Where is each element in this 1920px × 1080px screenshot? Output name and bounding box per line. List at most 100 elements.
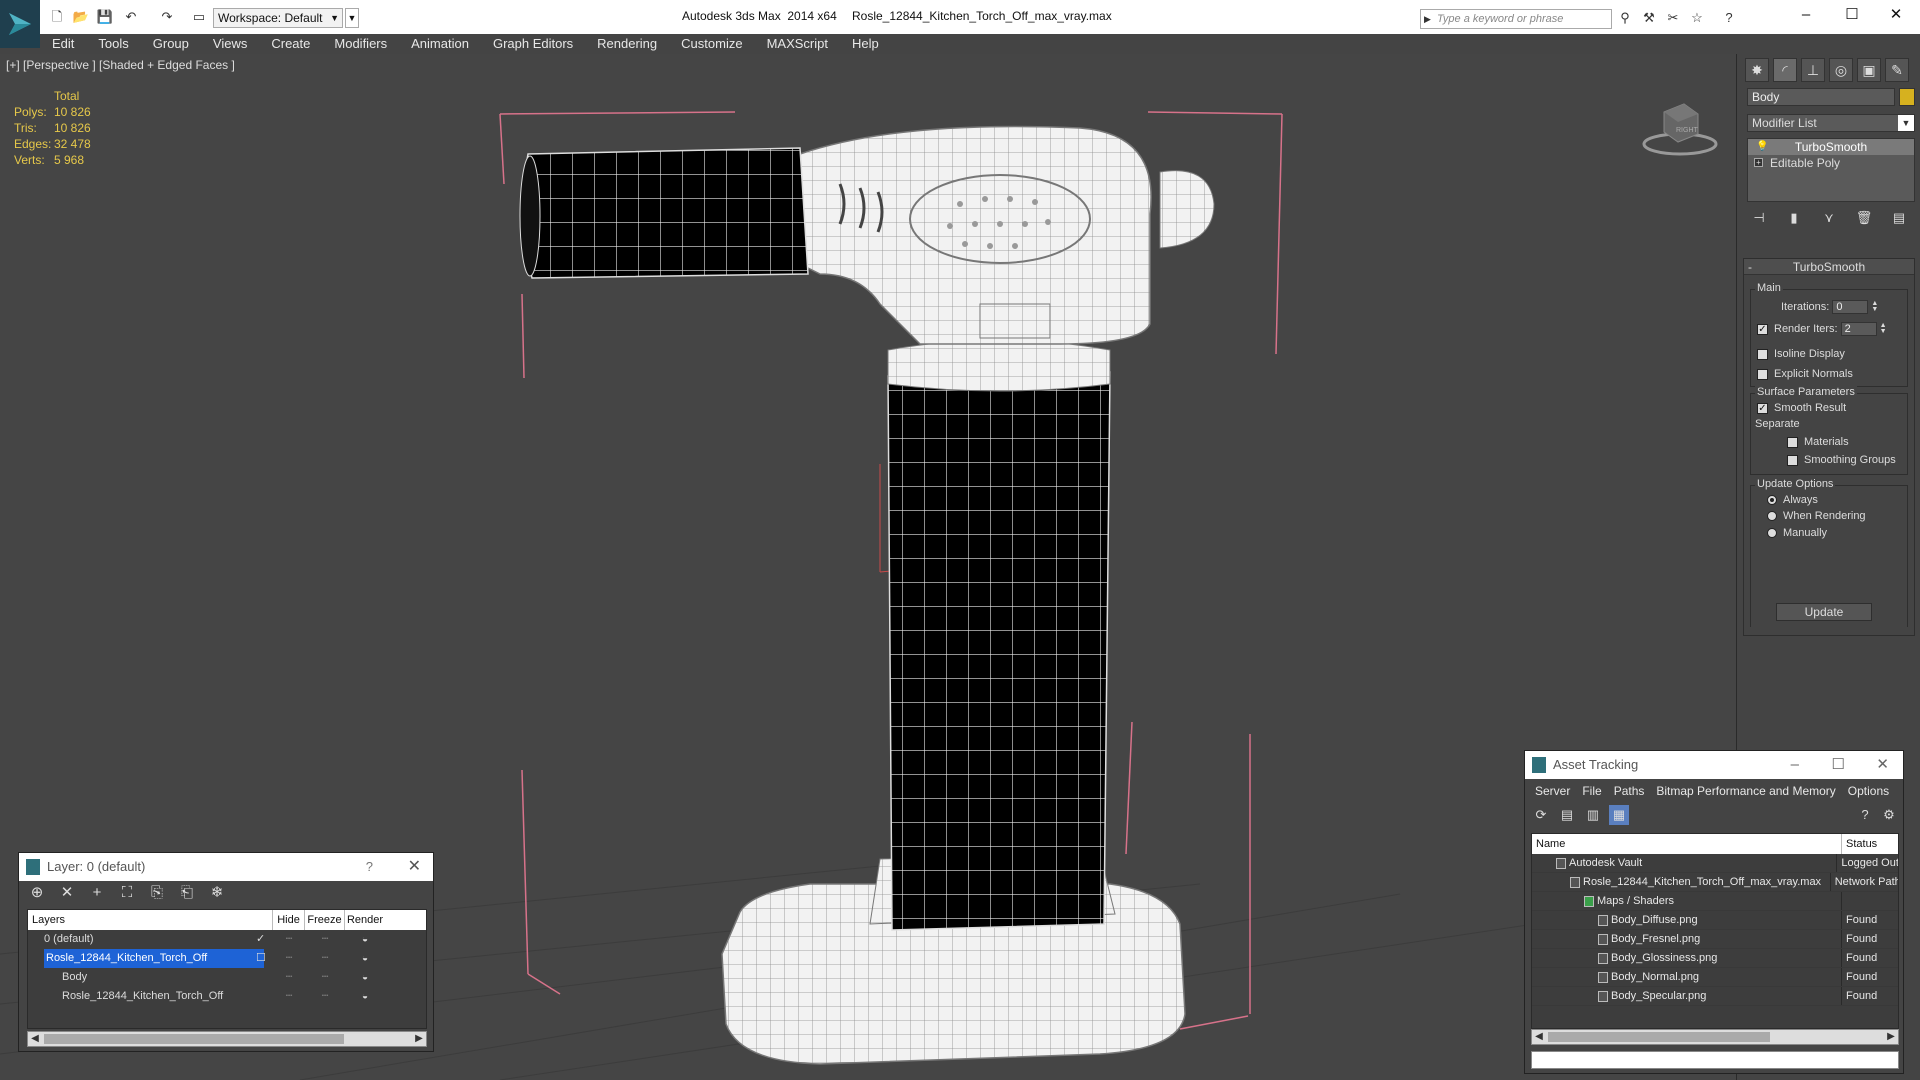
undo-icon[interactable]: ↶ (122, 9, 140, 25)
object-name-field[interactable]: Body (1747, 88, 1895, 106)
iterations-spinner[interactable]: 0 (1832, 300, 1869, 314)
maximize-button[interactable]: ☐ (1832, 751, 1845, 779)
add-to-layer-icon[interactable]: + (87, 883, 107, 903)
asset-row[interactable]: Body_Diffuse.png Found (1532, 911, 1898, 930)
open-file-icon[interactable]: 📂 (72, 9, 90, 25)
layer-row[interactable]: Body ┄ ┄ ◒ (28, 968, 426, 987)
asset-row[interactable]: Body_Normal.png Found (1532, 968, 1898, 987)
freeze-toggle[interactable]: ┄ (305, 987, 345, 1006)
menu-edit[interactable]: Edit (40, 34, 86, 54)
rollout-header[interactable]: - TurboSmooth (1744, 259, 1914, 275)
scroll-thumb[interactable] (1548, 1032, 1770, 1042)
menu-maxscript[interactable]: MAXScript (755, 34, 840, 54)
scroll-right-icon[interactable]: ▶ (1884, 1030, 1898, 1044)
scroll-left-icon[interactable]: ◀ (28, 1032, 42, 1046)
hierarchy-tab-icon[interactable]: ⊥ (1801, 58, 1825, 82)
scroll-right-icon[interactable]: ▶ (412, 1032, 426, 1046)
update-button[interactable]: Update (1776, 603, 1872, 621)
menu-animation[interactable]: Animation (399, 34, 481, 54)
show-end-result-icon[interactable]: ▮ (1784, 210, 1804, 228)
hide-toggle[interactable]: ┄ (273, 968, 305, 987)
new-file-icon[interactable]: 🗋 (48, 9, 66, 25)
stack-item-turbosmooth[interactable]: 💡 TurboSmooth (1748, 139, 1914, 155)
render-iters-checkbox[interactable]: ✓ (1757, 323, 1768, 335)
render-iters-spinner[interactable]: 2 (1840, 322, 1877, 336)
modifier-list-dropdown[interactable]: Modifier List ▼ (1747, 114, 1915, 132)
freeze-toggle[interactable]: ┄ (305, 968, 345, 987)
asset-row[interactable]: Rosle_12844_Kitchen_Torch_Off_max_vray.m… (1532, 873, 1898, 892)
render-teapot-icon[interactable]: ◒ (345, 930, 385, 949)
pin-stack-icon[interactable]: ⊣ (1749, 210, 1769, 228)
menu-tools[interactable]: Tools (86, 34, 140, 54)
list-view-icon[interactable]: ▤ (1557, 805, 1577, 825)
hide-toggle[interactable]: ┄ (273, 987, 305, 1006)
object-color-swatch[interactable] (1899, 88, 1915, 106)
menu-graph-editors[interactable]: Graph Editors (481, 34, 585, 54)
minimize-button[interactable]: – (1791, 751, 1799, 779)
lightbulb-icon[interactable]: 💡 (1756, 139, 1768, 155)
spinner-arrows-icon[interactable]: ▲ ▼ (1871, 300, 1878, 313)
menu-help[interactable]: Help (840, 34, 891, 54)
help-icon[interactable]: ? (366, 853, 373, 881)
column-hide[interactable]: Hide (273, 910, 305, 930)
motion-tab-icon[interactable]: ◎ (1829, 58, 1853, 82)
render-teapot-icon[interactable]: ◒ (345, 949, 385, 968)
menu-rendering[interactable]: Rendering (585, 34, 669, 54)
close-icon[interactable]: ✕ (408, 853, 421, 881)
asset-row[interactable]: Maps / Shaders (1532, 892, 1898, 911)
smoothing-groups-checkbox[interactable] (1787, 454, 1798, 466)
detail-view-icon[interactable]: ▥ (1583, 805, 1603, 825)
favorites-star-icon[interactable]: ☆ (1688, 10, 1706, 26)
help-icon[interactable]: ? (1855, 805, 1875, 825)
active-layer-box-icon[interactable]: ☐ (256, 949, 266, 968)
materials-checkbox[interactable] (1787, 436, 1798, 448)
asset-row[interactable]: Body_Fresnel.png Found (1532, 930, 1898, 949)
settings-icon[interactable]: ⚙ (1879, 805, 1899, 825)
menu-options[interactable]: Options (1842, 784, 1895, 798)
freeze-toggle[interactable]: ┄ (305, 930, 345, 949)
layer-row[interactable]: 0 (default) ✓ ┄ ┄ ◒ (28, 930, 426, 949)
asset-row[interactable]: Body_Specular.png Found (1532, 987, 1898, 1006)
close-button[interactable]: ✕ (1876, 4, 1916, 26)
stack-item-editable-poly[interactable]: + Editable Poly (1748, 155, 1914, 171)
create-layer-icon[interactable]: ⊕ (27, 883, 47, 903)
communication-icon[interactable]: ✂ (1664, 10, 1682, 26)
refresh-icon[interactable]: ⟳ (1531, 805, 1551, 825)
column-render[interactable]: Render (345, 910, 385, 930)
column-layers[interactable]: Layers (28, 910, 273, 930)
isoline-display-checkbox[interactable] (1757, 348, 1768, 360)
project-folder-icon[interactable]: ▭ (190, 9, 208, 25)
always-radio[interactable] (1767, 495, 1777, 506)
explicit-normals-checkbox[interactable] (1757, 368, 1768, 380)
configure-modifier-sets-icon[interactable]: ▤ (1889, 210, 1909, 228)
viewcube[interactable]: RIGHT (1640, 94, 1720, 164)
highlight-layer-icon[interactable]: ⎘ (147, 883, 167, 903)
active-layer-check-icon[interactable]: ✓ (256, 930, 265, 949)
render-teapot-icon[interactable]: ◒ (345, 987, 385, 1006)
viewport-label[interactable]: [+] [Perspective ] [Shaded + Edged Faces… (6, 58, 235, 72)
utilities-tab-icon[interactable]: ✎ (1885, 58, 1909, 82)
render-teapot-icon[interactable]: ◒ (345, 968, 385, 987)
app-menu-button[interactable] (0, 0, 40, 48)
column-status[interactable]: Status (1842, 834, 1877, 854)
when-rendering-radio[interactable] (1767, 511, 1777, 522)
close-button[interactable]: ✕ (1876, 751, 1889, 779)
search-expand-icon[interactable]: ▶ (1424, 10, 1431, 28)
redo-icon[interactable]: ↷ (158, 9, 176, 25)
search-input[interactable]: ▶ Type a keyword or phrase (1420, 9, 1612, 29)
menu-file[interactable]: File (1576, 784, 1607, 798)
minimize-button[interactable]: – (1786, 4, 1826, 26)
asset-tracking-titlebar[interactable]: Asset Tracking – ☐ ✕ (1525, 751, 1903, 779)
layer-row[interactable]: Rosle_12844_Kitchen_Torch_Off ☐ ┄ ┄ ◒ (28, 949, 426, 968)
asset-row[interactable]: Autodesk Vault Logged Out (1532, 854, 1898, 873)
menu-bitmap-performance[interactable]: Bitmap Performance and Memory (1650, 784, 1841, 798)
save-file-icon[interactable]: 💾 (96, 9, 114, 25)
hide-all-layers-icon[interactable]: ⎗ (177, 883, 197, 903)
remove-modifier-icon[interactable]: 🗑 (1854, 210, 1874, 228)
table-view-icon[interactable]: ▦ (1609, 805, 1629, 825)
workspace-dropdown[interactable]: Workspace: Default ▼ (213, 8, 343, 28)
menu-server[interactable]: Server (1529, 784, 1576, 798)
manually-radio[interactable] (1767, 528, 1777, 539)
column-freeze[interactable]: Freeze (305, 910, 345, 930)
modify-tab-icon[interactable]: ◜ (1773, 58, 1797, 82)
